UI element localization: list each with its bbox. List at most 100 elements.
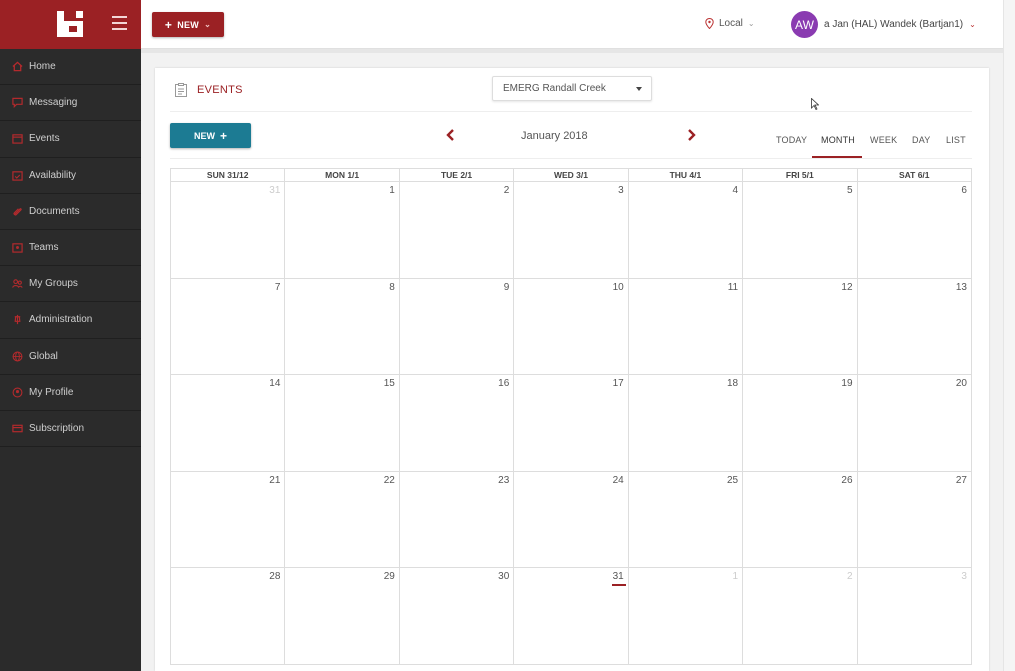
calendar-day-cell[interactable]: 3 [858,568,972,664]
calendar-day-cell[interactable]: 10 [514,278,629,374]
calendar-day-cell[interactable]: 12 [743,278,858,374]
calendar-day-cell[interactable]: 31 [171,182,286,278]
calendar-day-cell[interactable]: 13 [858,278,972,374]
group-select-value: EMERG Randall Creek [503,83,606,94]
calendar-day-cell[interactable]: 27 [858,471,972,567]
sidebar-item-documents[interactable]: Documents [0,194,141,230]
calendar-day-cell[interactable]: 4 [629,182,744,278]
calendar-day-cell[interactable]: 20 [858,375,972,471]
calendar-check-icon [12,170,23,181]
sidebar-item-subscription[interactable]: Subscription [0,411,141,448]
sidebar-item-label: Events [29,133,60,145]
calendar-day-headers: SUN 31/12 MON 1/1 TUE 2/1 WED 3/1 THU 4/1 FRI… [170,168,972,182]
calendar-day-cell[interactable]: 5 [743,182,858,278]
day-number: 28 [269,571,281,582]
day-number: 3 [961,571,967,582]
calendar-day-cell[interactable]: 28 [171,568,286,664]
calendar-day-cell[interactable]: 26 [743,471,858,567]
day-number: 7 [274,281,281,293]
page-scrollbar[interactable] [1003,0,1015,671]
calendar-day-cell[interactable]: 21 [171,471,286,567]
tab-today[interactable]: TODAY [776,135,807,145]
day-number: 20 [955,378,967,389]
calendar-day-cell[interactable]: 1 [285,182,400,278]
day-number: 23 [498,474,510,486]
calendar-day-cell[interactable]: 16 [400,375,515,471]
divider [170,158,972,159]
prev-month-button[interactable] [445,128,457,142]
calendar-day-cell[interactable]: 7 [171,278,286,374]
sidebar-item-messaging[interactable]: Messaging [0,85,141,122]
calendar-day-cell[interactable]: 11 [629,278,744,374]
calendar-day-cell[interactable]: 2 [400,182,515,278]
chevron-down-icon: ⌄ [969,20,976,29]
tab-week[interactable]: WEEK [870,135,897,145]
home-icon [12,61,23,72]
brand-logo-icon[interactable] [57,11,83,37]
calendar-day-cell[interactable]: 9 [400,278,515,374]
group-select[interactable]: EMERG Randall Creek [492,76,652,101]
location-label: Local [719,18,743,29]
calendar-day-cell[interactable]: 24 [514,471,629,567]
month-calendar: SUN 31/12 MON 1/1 TUE 2/1 WED 3/1 THU 4/1 FRI… [170,168,972,665]
calendar-day-cell-today[interactable]: 31 [514,568,629,664]
calendar-day-cell[interactable]: 23 [400,471,515,567]
sidebar-item-availability[interactable]: Availability [0,158,141,194]
calendar-day-cell[interactable]: 22 [285,471,400,567]
clipboard-icon [175,83,187,97]
top-new-label: NEW [177,19,200,30]
sidebar-item-label: Messaging [29,97,78,109]
profile-icon [12,387,23,398]
chevron-down-icon: ⌄ [204,20,212,29]
calendar-day-cell[interactable]: 29 [285,568,400,664]
calendar-day-cell[interactable]: 30 [400,568,515,664]
day-number: 12 [841,281,853,293]
day-number: 8 [389,281,395,293]
day-number: 22 [383,474,395,486]
plus-icon: + [219,128,227,143]
sidebar-item-home[interactable]: Home [0,49,141,86]
paperclip-icon [13,208,22,216]
sidebar-item-global[interactable]: Global [0,339,141,375]
day-number: 10 [612,281,624,293]
calendar-week-row: 21 22 23 24 25 26 27 [170,471,972,568]
day-number: 15 [383,378,395,389]
calendar-day-cell[interactable]: 15 [285,375,400,471]
calendar-day-cell[interactable]: 8 [285,278,400,374]
sidebar-item-teams[interactable]: Teams [0,230,141,267]
sidebar-item-my-groups[interactable]: My Groups [0,266,141,303]
calendar-day-cell[interactable]: 14 [171,375,286,471]
sidebar-item-events[interactable]: Events [0,121,141,158]
globe-icon [12,351,23,362]
sidebar-item-my-profile[interactable]: My Profile [0,375,141,411]
month-label: January 2018 [521,130,588,142]
sidebar: Home Messaging Events Availability Documents… [0,0,141,671]
mouse-cursor-icon [811,98,819,110]
calendar-week-row: 31 1 2 3 4 5 6 [170,182,972,279]
calendar-day-cell[interactable]: 18 [629,375,744,471]
next-month-button[interactable] [685,128,697,142]
calendar-icon [12,134,23,145]
tab-month[interactable]: MONTH [821,135,855,145]
top-new-button[interactable]: + NEW ⌄ [152,12,224,37]
tab-day[interactable]: DAY [912,135,930,145]
new-event-button[interactable]: NEW + [170,123,251,148]
calendar-day-cell[interactable]: 17 [514,375,629,471]
calendar-weeks: 31 1 2 3 4 5 6 7 8 9 10 11 12 13 14 15 16 17 18 19 20 21 22 23 2… [170,182,972,665]
day-header: THU 4/1 [629,169,744,181]
menu-toggle-icon[interactable] [112,16,127,30]
tab-list[interactable]: LIST [946,135,966,145]
sidebar-item-administration[interactable]: Administration [0,302,141,339]
day-number: 6 [961,185,967,196]
calendar-day-cell[interactable]: 6 [858,182,972,278]
day-number: 26 [841,474,853,486]
calendar-day-cell[interactable]: 3 [514,182,629,278]
calendar-day-cell[interactable]: 25 [629,471,744,567]
calendar-day-cell[interactable]: 1 [629,568,744,664]
calendar-week-row: 14 15 16 17 18 19 20 [170,375,972,472]
calendar-day-cell[interactable]: 19 [743,375,858,471]
location-selector[interactable]: Local ⌄ [705,18,755,29]
sidebar-item-label: Subscription [29,422,85,434]
calendar-day-cell[interactable]: 2 [743,568,858,664]
user-menu[interactable]: AW a Jan (HAL) Wandek (Bartjan1) ⌄ [791,11,976,38]
